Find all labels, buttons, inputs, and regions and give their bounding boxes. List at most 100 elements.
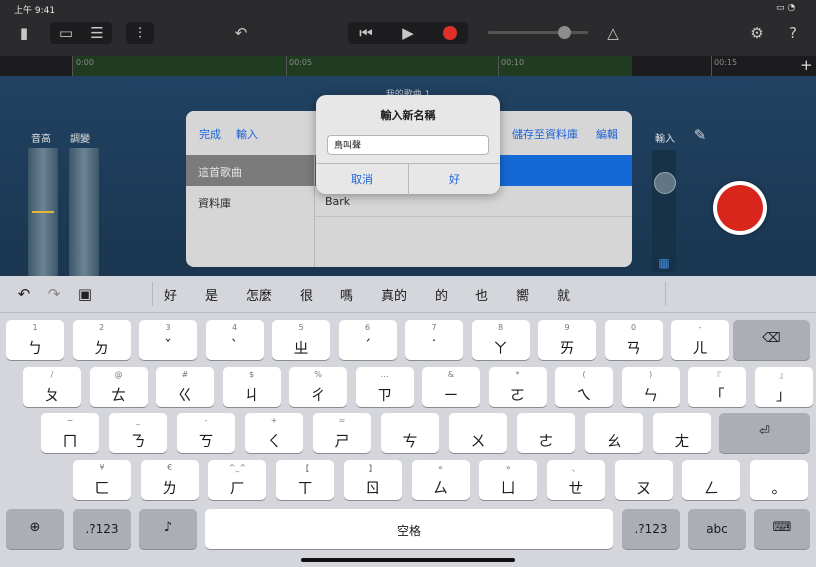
key[interactable]: 3ˇ — [139, 320, 197, 360]
key[interactable]: 0ㄢ — [604, 320, 663, 360]
key[interactable]: 6ˊ — [338, 320, 397, 360]
key[interactable]: $ ㄐ — [222, 367, 281, 407]
candidate-item[interactable]: 很 — [300, 285, 313, 304]
timeline-ruler[interactable]: 0:00 00:05 00:10 00:15 + — [0, 56, 816, 76]
key[interactable]: @ ㄊ — [89, 367, 148, 407]
microphone-icon[interactable]: ✎ — [690, 124, 710, 146]
key[interactable]: » ㄩ — [479, 460, 538, 500]
key[interactable]: ~ ㄇ — [41, 413, 99, 453]
key[interactable]: 】ㄖ — [343, 460, 402, 500]
numbers-key[interactable]: .?123 — [622, 509, 680, 549]
key[interactable]: / ㄆ — [23, 367, 81, 407]
key-label: ㄤ — [674, 432, 690, 450]
key[interactable]: -ㄦ — [671, 320, 729, 360]
microphone-icon: ♪ — [163, 520, 173, 535]
candidate-item[interactable]: 就 — [557, 285, 570, 304]
input-level-knob[interactable] — [654, 172, 676, 194]
ok-button[interactable]: 好 — [409, 163, 500, 195]
sidebar-item-label[interactable]: 資料庫 — [198, 195, 231, 211]
rewind-icon[interactable]: ⏮ — [352, 22, 380, 44]
key[interactable]: ^_^ ㄏ — [208, 460, 267, 500]
key[interactable]: ㄤ — [653, 413, 711, 453]
key[interactable]: ㄨ — [449, 413, 507, 453]
input-tab[interactable]: 輸入 — [236, 126, 258, 142]
return-key[interactable]: ⏎ — [719, 413, 810, 453]
key[interactable]: & ㄧ — [422, 367, 480, 407]
key[interactable]: # ㄍ — [156, 367, 214, 407]
key[interactable]: 、ㄝ — [546, 460, 605, 500]
mixer-icon: ⫶ — [138, 24, 142, 42]
metronome-icon[interactable]: △ — [602, 22, 624, 44]
record-button[interactable] — [713, 181, 767, 235]
candidate-item[interactable]: 怎麼 — [246, 285, 272, 304]
candidate-item[interactable]: 是 — [205, 285, 218, 304]
key[interactable]: 7 ˙ — [405, 320, 463, 360]
undo-icon[interactable]: ↶ — [14, 283, 34, 305]
key[interactable]: % ㄔ — [289, 367, 347, 407]
hide-keyboard-key[interactable]: ⌨ — [754, 509, 810, 549]
key[interactable]: 5ㄓ — [272, 320, 330, 360]
name-input[interactable]: 鳥叫聲 — [327, 135, 489, 155]
save-to-library-button[interactable]: 儲存至資料庫 — [512, 126, 578, 142]
key[interactable]: 2ㄉ — [72, 320, 131, 360]
key[interactable]: ㄜ — [517, 413, 575, 453]
volume-knob[interactable] — [558, 26, 571, 39]
play-icon[interactable]: ▶ — [394, 22, 422, 44]
settings-icon[interactable]: ⚙ — [746, 22, 768, 44]
key[interactable]: ㄥ — [682, 460, 741, 500]
edit-button[interactable]: 編輯 — [596, 126, 618, 142]
input-label: 輸入 — [655, 134, 675, 145]
done-button[interactable]: 完成 — [199, 126, 221, 142]
key[interactable]: € ㄌ — [140, 460, 199, 500]
cancel-button[interactable]: 取消 — [316, 163, 409, 195]
undo-icon[interactable]: ↶ — [230, 22, 252, 44]
abc-key[interactable]: abc — [688, 509, 746, 549]
candidate-item[interactable]: 嗎 — [340, 285, 353, 304]
globe-key[interactable]: ⊕ — [6, 509, 64, 549]
paste-icon[interactable]: ▣ — [75, 283, 95, 305]
record-toolbar-button[interactable] — [443, 26, 457, 40]
list-view-icon[interactable]: ☰ — [84, 22, 110, 44]
list-item-bark[interactable]: Bark — [325, 195, 350, 208]
key-secondary-label: 4 — [231, 323, 238, 332]
help-icon[interactable]: ? — [782, 22, 804, 44]
candidate-item[interactable]: 也 — [475, 285, 488, 304]
key[interactable]: 『「 — [688, 367, 746, 407]
key[interactable]: 1ㄅ — [6, 320, 64, 360]
key[interactable]: … ㄗ — [355, 367, 414, 407]
add-section-icon[interactable]: + — [800, 56, 813, 74]
key[interactable]: = ㄕ — [313, 413, 371, 453]
grid-icon[interactable]: ▦ — [654, 252, 674, 274]
key[interactable]: (ㄟ — [555, 367, 613, 407]
redo-icon[interactable]: ↷ — [44, 283, 64, 305]
candidate-item[interactable]: 嚮 — [516, 285, 529, 304]
tracks-view-icon[interactable]: ▭ — [52, 22, 80, 44]
delete-key[interactable]: ⌫ — [733, 320, 810, 360]
key[interactable]: ㄠ — [585, 413, 643, 453]
key[interactable]: -ㄎ — [177, 413, 235, 453]
numbers-key[interactable]: .?123 — [73, 509, 131, 549]
key[interactable]: ㄘ — [381, 413, 439, 453]
key[interactable]: 【ㄒ — [276, 460, 335, 500]
key[interactable]: 4ˋ — [205, 320, 264, 360]
key[interactable]: ) ㄣ — [621, 367, 680, 407]
key[interactable]: «ㄙ — [411, 460, 470, 500]
key[interactable]: 8ㄚ — [471, 320, 530, 360]
key[interactable]: + ㄑ — [245, 413, 303, 453]
dictation-key[interactable]: ♪ — [139, 509, 197, 549]
tune-slider[interactable] — [69, 148, 99, 276]
key[interactable]: ㄡ — [614, 460, 673, 500]
volume-slider[interactable] — [488, 31, 588, 34]
candidate-item[interactable]: 好 — [164, 285, 177, 304]
space-bar[interactable]: 空格 — [205, 509, 613, 549]
key[interactable]: * ㄛ — [488, 367, 547, 407]
candidate-item[interactable]: 真的 — [381, 285, 407, 304]
key[interactable]: 9ㄞ — [538, 320, 596, 360]
space-label: 空格 — [396, 524, 421, 538]
key[interactable]: ¥ ㄈ — [73, 460, 131, 500]
document-icon[interactable]: ▮ — [14, 22, 34, 44]
key[interactable]: _ ㄋ — [109, 413, 167, 453]
candidate-item[interactable]: 的 — [435, 285, 448, 304]
key[interactable]: 』」 — [754, 367, 813, 407]
key[interactable]: 。 — [750, 460, 808, 500]
